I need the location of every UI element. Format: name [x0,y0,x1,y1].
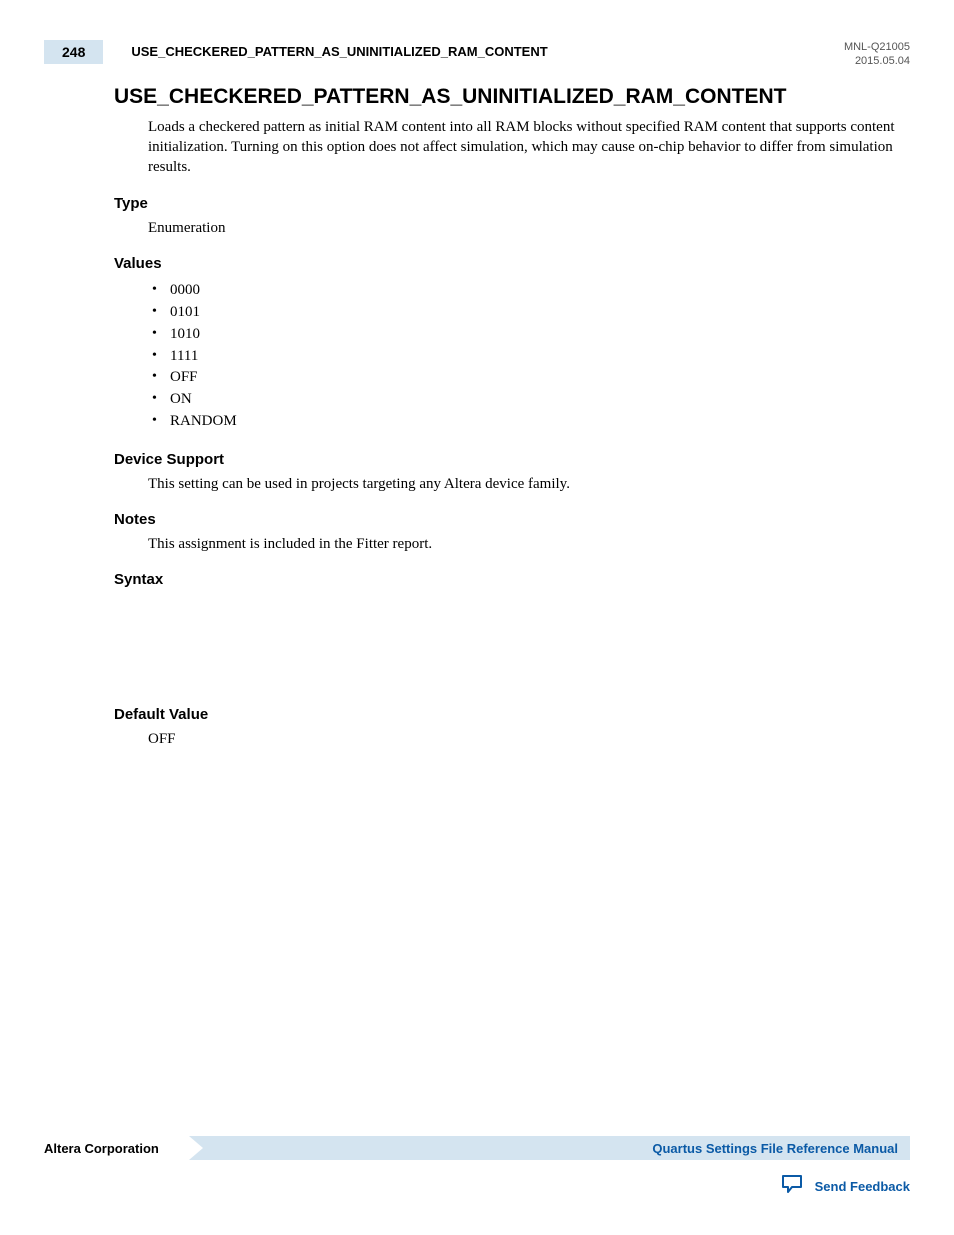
type-label: Type [114,195,910,212]
footer-company: Altera Corporation [44,1136,189,1160]
values-label: Values [114,255,910,272]
manual-link[interactable]: Quartus Settings File Reference Manual [652,1141,910,1156]
list-item: 1010 [148,324,910,346]
list-item: 1111 [148,346,910,368]
doc-id: MNL-Q21005 [844,40,910,54]
default-value-value: OFF [148,731,910,748]
values-list: 0000 0101 1010 1111 OFF ON RANDOM [148,280,910,432]
page-number: 248 [44,40,103,64]
notes-value: This assignment is included in the Fitte… [148,536,910,553]
send-feedback-link[interactable]: Send Feedback [815,1179,910,1194]
list-item: OFF [148,367,910,389]
running-title: USE_CHECKERED_PATTERN_AS_UNINITIALIZED_R… [131,40,547,59]
footer-bar: Altera Corporation Quartus Settings File… [44,1136,910,1160]
feedback-icon [781,1174,805,1199]
page-header: 248 USE_CHECKERED_PATTERN_AS_UNINITIALIZ… [44,40,910,69]
list-item: 0101 [148,302,910,324]
doc-date: 2015.05.04 [844,54,910,68]
list-item: 0000 [148,280,910,302]
page-title: USE_CHECKERED_PATTERN_AS_UNINITIALIZED_R… [114,85,910,109]
type-value: Enumeration [148,220,910,237]
default-value-label: Default Value [114,706,910,723]
description-text: Loads a checkered pattern as initial RAM… [148,117,900,178]
device-support-label: Device Support [114,451,910,468]
syntax-label: Syntax [114,571,910,588]
header-meta: MNL-Q21005 2015.05.04 [844,40,910,69]
page-footer: Altera Corporation Quartus Settings File… [44,1136,910,1199]
device-support-value: This setting can be used in projects tar… [148,476,910,493]
list-item: RANDOM [148,411,910,433]
list-item: ON [148,389,910,411]
feedback-row: Send Feedback [44,1174,910,1199]
notes-label: Notes [114,511,910,528]
syntax-content [44,596,910,706]
